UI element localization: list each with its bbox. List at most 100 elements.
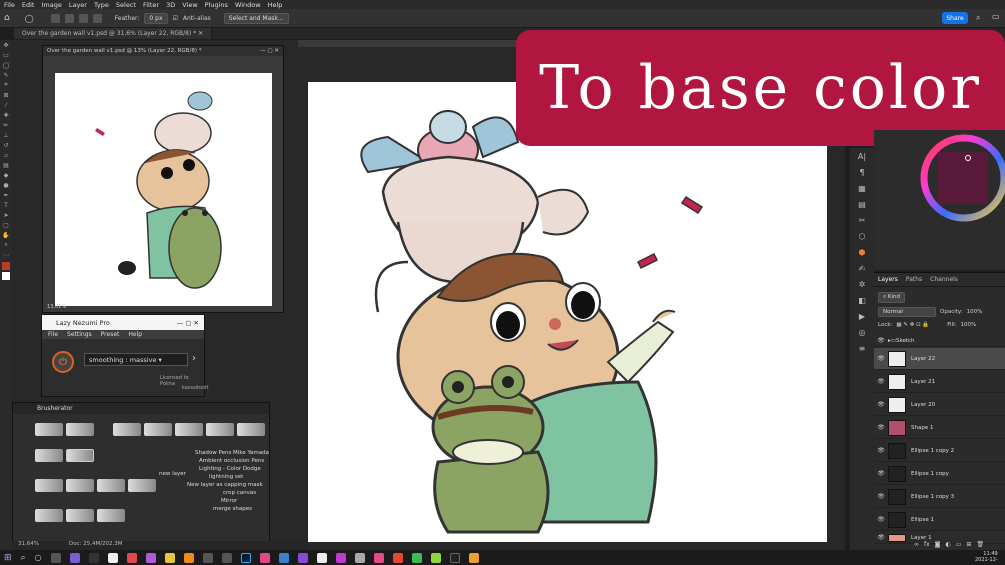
- taskbar-app-icon[interactable]: [468, 552, 479, 563]
- secondary-document-window[interactable]: Over the garden wall v1.psd @ 13% (Layer…: [42, 45, 284, 313]
- color-panel[interactable]: [874, 130, 1005, 270]
- menu-3d[interactable]: 3D: [166, 1, 175, 9]
- brushes-icon[interactable]: ✍: [850, 260, 874, 276]
- taskbar-app-icon[interactable]: [335, 552, 346, 563]
- new-layer-icon[interactable]: ⊞: [966, 541, 971, 548]
- adjustments-icon[interactable]: ✂: [850, 212, 874, 228]
- layer-row[interactable]: 👁 Ellipse 1 copy 3: [874, 486, 1005, 508]
- taskbar-app-icon[interactable]: [221, 552, 232, 563]
- visibility-eye-icon[interactable]: 👁: [874, 401, 888, 408]
- menu-type[interactable]: Type: [94, 1, 109, 9]
- brush-preset[interactable]: [35, 509, 63, 522]
- lock-icons[interactable]: ▦ ✎ ✥ ⊡ 🔒: [896, 322, 929, 328]
- gradient-tool-icon[interactable]: ▤: [0, 160, 12, 170]
- brush-preset[interactable]: [237, 423, 265, 436]
- layer-row[interactable]: 👁 Ellipse 1 copy 2: [874, 440, 1005, 462]
- libraries-icon[interactable]: ▦: [850, 180, 874, 196]
- character-panel-icon[interactable]: A|: [850, 148, 874, 164]
- visibility-eye-icon[interactable]: 👁: [874, 337, 888, 344]
- menu-edit[interactable]: Edit: [22, 1, 35, 9]
- lazy-menu-help[interactable]: Help: [128, 331, 142, 338]
- adjustment-layer-icon[interactable]: ◐: [946, 541, 951, 548]
- antialias-checkbox[interactable]: ☑: [173, 15, 178, 22]
- delete-layer-icon[interactable]: 🗑: [976, 541, 984, 548]
- brush-action-label[interactable]: Mirror: [221, 498, 237, 504]
- subtract-selection-icon[interactable]: [78, 13, 88, 23]
- visibility-eye-icon[interactable]: 👁: [874, 493, 888, 500]
- taskbar-app-icon[interactable]: [202, 552, 213, 563]
- quick-select-tool-icon[interactable]: ✎: [0, 70, 12, 80]
- layer-row[interactable]: 👁 Layer 22: [874, 348, 1005, 370]
- layer-row[interactable]: 👁 Ellipse 1: [874, 509, 1005, 531]
- lazy-menu-file[interactable]: File: [48, 331, 58, 338]
- brush-action-label[interactable]: new layer: [159, 471, 186, 477]
- system-clock[interactable]: 11:49 2021-12-: [975, 551, 998, 563]
- brush-preset[interactable]: [66, 509, 94, 522]
- visibility-eye-icon[interactable]: 👁: [874, 355, 888, 362]
- move-tool-icon[interactable]: ✥: [0, 40, 12, 50]
- 3d-panel-icon[interactable]: ⬡: [850, 228, 874, 244]
- brush-preset[interactable]: [35, 449, 63, 462]
- foreground-color-swatch[interactable]: [2, 262, 10, 270]
- dodge-tool-icon[interactable]: ●: [0, 180, 12, 190]
- path-select-icon[interactable]: ➤: [0, 210, 12, 220]
- hand-tool-icon[interactable]: ✋: [0, 230, 12, 240]
- lazy-nezumi-titlebar[interactable]: Lazy Nezumi Pro — ▢ ✕: [42, 315, 204, 330]
- navigator-icon[interactable]: ✲: [850, 276, 874, 292]
- tab-paths[interactable]: Paths: [906, 276, 922, 283]
- visibility-eye-icon[interactable]: 👁: [874, 470, 888, 477]
- menu-layer[interactable]: Layer: [69, 1, 87, 9]
- lazy-menu-settings[interactable]: Settings: [67, 331, 92, 338]
- share-button[interactable]: Share: [942, 12, 968, 24]
- brush-preset[interactable]: [66, 423, 94, 436]
- menu-file[interactable]: File: [4, 1, 15, 9]
- lasso-tool-icon[interactable]: ◯: [0, 60, 12, 70]
- brush-preset[interactable]: [66, 479, 94, 492]
- secondary-canvas[interactable]: [55, 73, 272, 306]
- paragraph-panel-icon[interactable]: ¶: [850, 164, 874, 180]
- clone-source-icon[interactable]: ◧: [850, 292, 874, 308]
- brush-preset[interactable]: [128, 479, 156, 492]
- brush-preset[interactable]: [175, 423, 203, 436]
- brush-action-label[interactable]: merge shapes: [213, 506, 252, 512]
- search-icon[interactable]: ⌕: [21, 553, 26, 563]
- brush-preset[interactable]: [97, 479, 125, 492]
- visibility-eye-icon[interactable]: 👁: [874, 516, 888, 523]
- layer-row[interactable]: 👁 Ellipse 1 copy: [874, 463, 1005, 485]
- plugin-icon[interactable]: ⬢: [850, 244, 874, 260]
- brusherator-panel[interactable]: Brusherator Shadow Pens Mike Yamada Ambi…: [12, 402, 270, 550]
- lazy-menu-preset[interactable]: Preset: [101, 331, 120, 338]
- home-icon[interactable]: ⌂: [4, 13, 10, 23]
- tab-layers[interactable]: Layers: [878, 276, 898, 283]
- lazy-nezumi-panel[interactable]: Lazy Nezumi Pro — ▢ ✕ File Settings Pres…: [41, 314, 209, 397]
- swatches-icon[interactable]: ≡: [850, 340, 874, 356]
- zoom-tool-icon[interactable]: ⌕: [0, 240, 12, 250]
- brush-preset[interactable]: [144, 423, 172, 436]
- link-layers-icon[interactable]: ∞: [914, 541, 919, 548]
- stamp-tool-icon[interactable]: ⊥: [0, 130, 12, 140]
- power-toggle-icon[interactable]: ⏻: [52, 351, 74, 373]
- brush-action-label[interactable]: Ambient occlusion Pens: [199, 458, 264, 464]
- workspace-icon[interactable]: ▭: [992, 12, 1000, 21]
- brush-preset[interactable]: [35, 423, 63, 436]
- menu-select[interactable]: Select: [116, 1, 136, 9]
- brush-tool-icon[interactable]: ✏: [0, 120, 12, 130]
- taskbar-app-icon[interactable]: [316, 552, 327, 563]
- taskbar-app-icon[interactable]: [297, 552, 308, 563]
- search-icon[interactable]: ⌕: [976, 13, 980, 23]
- layer-kind-filter[interactable]: ⌕ Kind: [878, 292, 905, 303]
- brush-action-label[interactable]: New layer as capping mask: [187, 482, 263, 488]
- tab-channels[interactable]: Channels: [930, 276, 958, 283]
- brush-action-label[interactable]: crop canvas: [223, 490, 256, 496]
- taskbar-app-icon[interactable]: [354, 552, 365, 563]
- taskbar-app-icon[interactable]: [430, 552, 441, 563]
- taskbar-app-icon[interactable]: [183, 552, 194, 563]
- brush-preset[interactable]: [206, 423, 234, 436]
- blend-mode-select[interactable]: Normal: [878, 307, 936, 317]
- preset-select[interactable]: smoothing : massive ▾: [84, 353, 188, 366]
- menu-image[interactable]: Image: [41, 1, 61, 9]
- taskbar-app-icon[interactable]: [449, 552, 460, 563]
- visibility-eye-icon[interactable]: 👁: [874, 424, 888, 431]
- new-selection-icon[interactable]: [50, 13, 60, 23]
- lazy-window-controls[interactable]: — ▢ ✕: [177, 319, 199, 327]
